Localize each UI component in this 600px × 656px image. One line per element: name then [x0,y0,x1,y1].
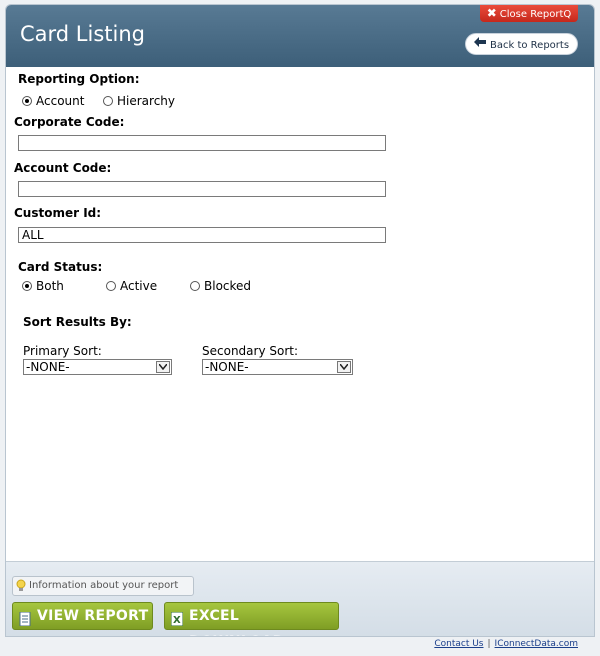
report-info-label: Information about your report [29,580,179,591]
report-info-button[interactable]: Information about your report [12,576,194,596]
radio-account-label: Account [36,94,85,108]
radio-both-indicator[interactable] [22,281,32,291]
close-icon: ✖ [486,6,497,20]
secondary-sort-value: -NONE- [205,360,249,374]
radio-hierarchy-label: Hierarchy [117,94,176,108]
corporate-code-input[interactable] [18,135,386,151]
radio-active-indicator[interactable] [106,281,116,291]
excel-icon: X [170,609,184,635]
chevron-down-icon[interactable] [156,361,170,373]
sort-results-label: Sort Results By: [23,315,132,329]
customer-id-input[interactable]: ALL [18,227,386,243]
radio-hierarchy-indicator[interactable] [103,96,113,106]
primary-sort-select[interactable]: -NONE- [23,359,172,375]
view-report-button[interactable]: VIEW REPORT [12,602,153,630]
radio-blocked-label: Blocked [204,279,252,293]
arrow-left-icon [474,34,486,56]
contact-us-link[interactable]: Contact Us [434,639,483,649]
reporting-option-label: Reporting Option: [18,72,140,86]
link-separator: | [487,639,491,649]
radio-active[interactable]: Active [106,279,157,293]
secondary-sort-select[interactable]: -NONE- [202,359,353,375]
close-report-button[interactable]: ✖ Close ReportQ [480,5,578,22]
radio-account-indicator[interactable] [22,96,32,106]
customer-id-label: Customer Id: [14,206,102,220]
footer-action-bar: Information about your report VIEW REPOR… [6,561,594,636]
radio-active-label: Active [120,279,158,293]
close-report-label: Close ReportQ [499,9,572,20]
radio-hierarchy[interactable]: Hierarchy [103,94,175,108]
card-status-label: Card Status: [18,260,103,274]
excel-download-button[interactable]: X EXCEL DOWNLOAD [164,602,339,636]
report-panel: Card Listing ✖ Close ReportQ Back to Repo… [5,4,595,637]
document-icon [19,609,31,635]
iconnectdata-link[interactable]: IConnectData.com [495,639,578,649]
corporate-code-label: Corporate Code: [14,115,125,129]
lightbulb-icon [16,579,26,600]
excel-download-label: EXCEL DOWNLOAD [189,608,284,636]
radio-both-label: Both [36,279,64,293]
back-to-reports-label: Back to Reports [490,40,570,51]
view-report-label: VIEW REPORT [37,608,149,624]
secondary-sort-label: Secondary Sort: [202,344,299,358]
svg-text:X: X [173,615,181,626]
radio-blocked[interactable]: Blocked [190,279,251,293]
radio-blocked-indicator[interactable] [190,281,200,291]
chevron-down-icon[interactable] [337,361,351,373]
page-title: Card Listing [20,22,145,46]
radio-account[interactable]: Account [22,94,84,108]
footer-links: Contact Us | IConnectData.com [434,639,578,649]
radio-both[interactable]: Both [22,279,64,293]
header-bar: Card Listing ✖ Close ReportQ Back to Repo… [6,5,594,67]
account-code-label: Account Code: [14,161,112,175]
back-to-reports-button[interactable]: Back to Reports [465,33,578,55]
primary-sort-value: -NONE- [26,360,70,374]
account-code-input[interactable] [18,181,386,197]
primary-sort-label: Primary Sort: [23,344,102,358]
